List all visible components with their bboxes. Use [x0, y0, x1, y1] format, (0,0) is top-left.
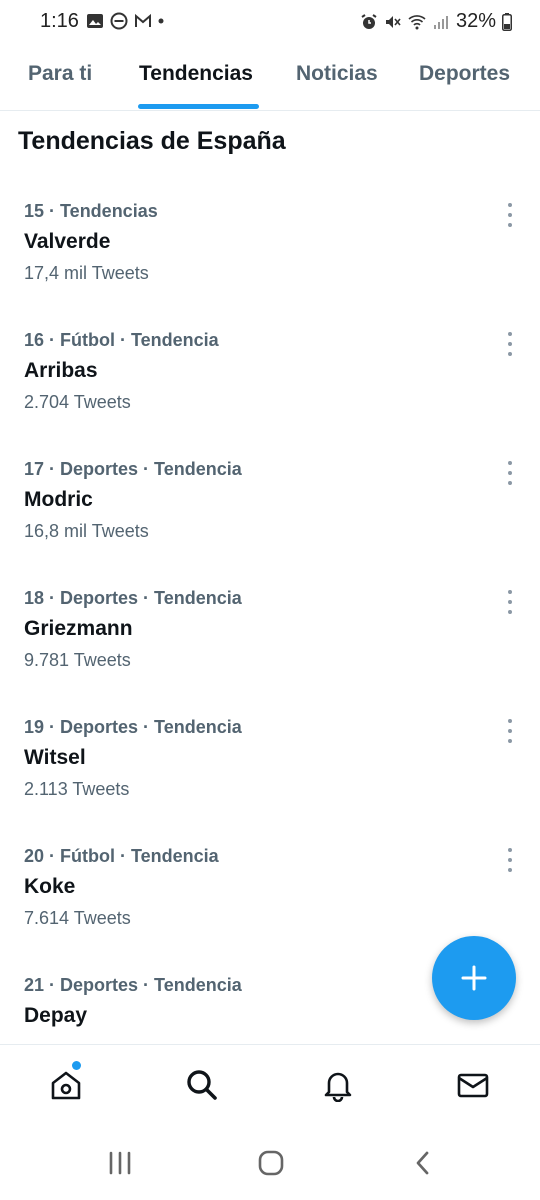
bottom-navigation — [0, 1044, 540, 1129]
trend-name[interactable]: Valverde — [24, 230, 110, 254]
trend-count: 9.781 Tweets — [24, 650, 131, 670]
plus-icon — [461, 965, 487, 991]
trend-name[interactable]: Modric — [24, 488, 93, 512]
active-tab-indicator — [138, 104, 259, 109]
more-notifications-dot — [158, 18, 164, 24]
nav-search[interactable] — [184, 1067, 220, 1103]
signal-icon — [433, 15, 448, 29]
section-title: Tendencias de España — [18, 127, 286, 155]
back-button[interactable] — [408, 1148, 438, 1178]
tab-tendencias[interactable]: Tendencias — [139, 62, 253, 86]
trend-meta: 18 · Deportes · Tendencia — [24, 588, 242, 608]
new-content-dot — [72, 1061, 81, 1070]
gallery-icon — [87, 14, 103, 28]
more-options-icon[interactable] — [500, 461, 520, 485]
trend-meta: 21 · Deportes · Tendencia — [24, 975, 242, 995]
trend-meta: 15 · Tendencias — [24, 201, 158, 221]
tab-para-ti[interactable]: Para ti — [28, 62, 92, 86]
trend-item[interactable]: 15 · Tendencias Valverde 17,4 mil Tweets — [0, 201, 540, 330]
more-options-icon[interactable] — [500, 203, 520, 227]
recents-button[interactable] — [105, 1148, 135, 1178]
battery-percent: 32% — [455, 10, 496, 32]
tab-noticias[interactable]: Noticias — [296, 62, 378, 86]
trend-name[interactable]: Arribas — [24, 359, 98, 383]
explore-tabs: Para ti Tendencias Noticias Deportes — [0, 52, 540, 111]
trend-item[interactable]: 19 · Deportes · Tendencia Witsel 2.113 T… — [0, 717, 540, 846]
mail-icon — [457, 1073, 489, 1098]
trend-name[interactable]: Koke — [24, 875, 75, 899]
trend-meta: 19 · Deportes · Tendencia — [24, 717, 242, 737]
wifi-icon — [408, 14, 426, 29]
bell-icon — [324, 1072, 352, 1102]
trend-item[interactable]: 17 · Deportes · Tendencia Modric 16,8 mi… — [0, 459, 540, 588]
do-not-disturb-icon — [110, 12, 128, 30]
recents-icon — [109, 1151, 131, 1175]
battery-icon — [502, 12, 512, 31]
trend-name[interactable]: Depay — [24, 1004, 87, 1028]
system-navigation — [0, 1128, 540, 1200]
trend-meta: 20 · Fútbol · Tendencia — [24, 846, 219, 866]
status-time: 1:16 — [40, 10, 79, 32]
nav-home[interactable] — [48, 1067, 84, 1103]
alarm-icon — [361, 13, 377, 29]
gmail-icon — [135, 13, 151, 27]
trend-item[interactable]: 18 · Deportes · Tendencia Griezmann 9.78… — [0, 588, 540, 717]
more-options-icon[interactable] — [500, 848, 520, 872]
home-circle-icon — [258, 1150, 284, 1176]
trend-name[interactable]: Griezmann — [24, 617, 133, 641]
trend-count: 2.704 Tweets — [24, 392, 131, 412]
trend-item[interactable]: 16 · Fútbol · Tendencia Arribas 2.704 Tw… — [0, 330, 540, 459]
status-notification-icons — [86, 12, 164, 30]
mute-icon — [385, 15, 401, 28]
home-system-button[interactable] — [256, 1148, 286, 1178]
nav-messages[interactable] — [455, 1067, 491, 1103]
nav-notifications[interactable] — [320, 1067, 356, 1103]
more-options-icon[interactable] — [500, 590, 520, 614]
trend-name[interactable]: Witsel — [24, 746, 86, 770]
home-icon — [51, 1071, 81, 1100]
more-options-icon[interactable] — [500, 719, 520, 743]
status-bar: 1:16 32% — [0, 0, 540, 46]
trend-count: 16,8 mil Tweets — [24, 521, 149, 541]
trend-count: 7.614 Tweets — [24, 908, 131, 928]
trend-meta: 17 · Deportes · Tendencia — [24, 459, 242, 479]
trend-count: 17,4 mil Tweets — [24, 263, 149, 283]
tab-deportes[interactable]: Deportes — [419, 62, 510, 86]
more-options-icon[interactable] — [500, 332, 520, 356]
search-icon — [187, 1070, 217, 1100]
trend-count: 2.113 Tweets — [24, 779, 130, 799]
status-system-icons: 32% — [360, 10, 512, 33]
compose-tweet-button[interactable] — [432, 936, 516, 1020]
trend-meta: 16 · Fútbol · Tendencia — [24, 330, 219, 350]
back-icon — [416, 1151, 429, 1175]
